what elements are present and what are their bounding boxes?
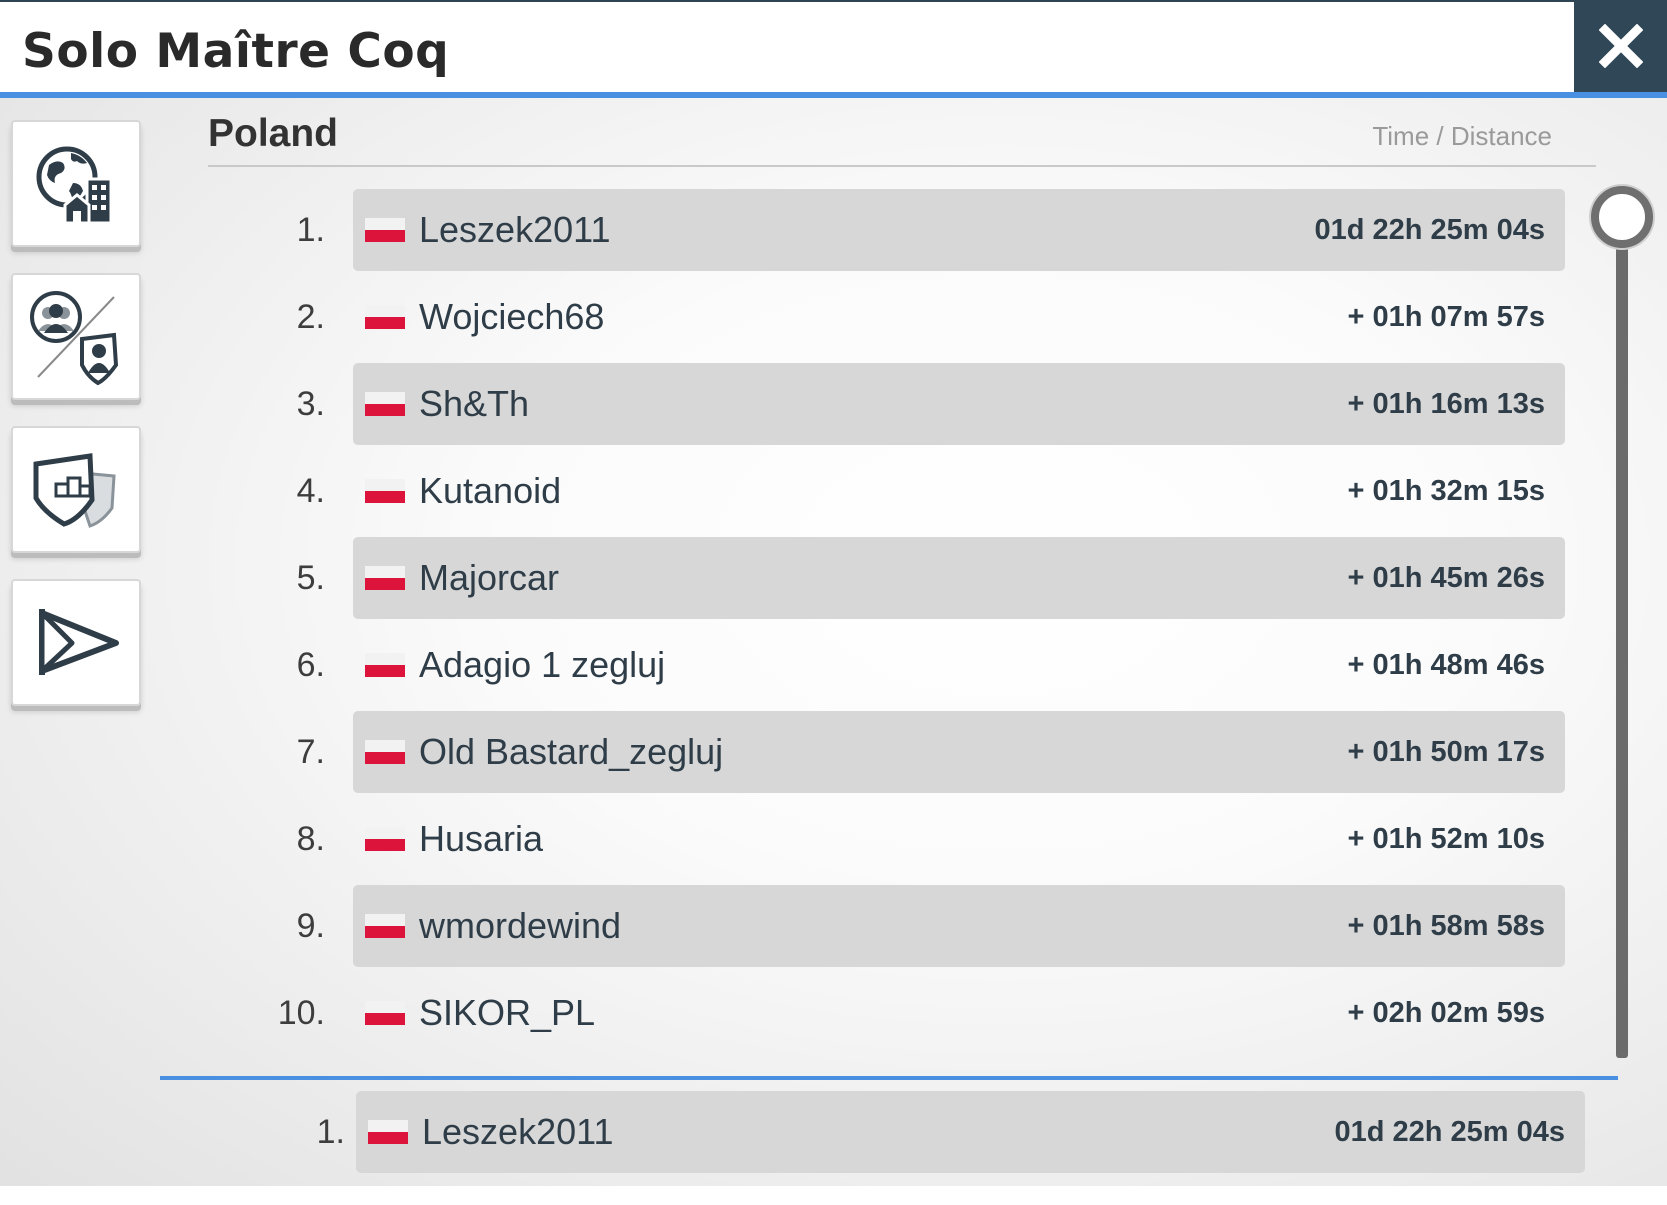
rank-number: 6. <box>296 646 325 684</box>
world-ranking-button[interactable] <box>11 120 141 247</box>
player-name: Sh&Th <box>419 383 530 424</box>
rank-number: 3. <box>296 385 325 423</box>
ranking-row[interactable]: 6. Adagio 1 zegluj + 01h 48m 46s <box>297 624 1565 706</box>
poland-flag-icon <box>365 479 405 503</box>
poland-flag-icon <box>365 1001 405 1025</box>
regatta-button[interactable] <box>11 579 141 706</box>
header-bar: Solo Maître Coq <box>0 0 1574 92</box>
player-name: Adagio 1 zegluj <box>419 644 666 685</box>
poland-flag-icon <box>365 914 405 938</box>
rank-number: 4. <box>296 472 325 510</box>
player-time: + 01h 58m 58s <box>1347 910 1545 942</box>
close-icon <box>1598 24 1643 68</box>
ranking-row[interactable]: 1. Leszek2011 01d 22h 25m 04s <box>297 189 1565 271</box>
team-podium-icon <box>33 452 116 528</box>
poland-flag-icon <box>365 392 405 416</box>
player-name: Leszek2011 <box>419 209 611 250</box>
ranking-row[interactable]: 3. Sh&Th + 01h 16m 13s <box>297 363 1565 445</box>
team-ranking-button[interactable] <box>11 426 141 553</box>
rank-number: 5. <box>296 559 325 597</box>
player-time: + 01h 48m 46s <box>1347 649 1545 681</box>
player-name: Kutanoid <box>419 470 562 511</box>
poland-flag-icon <box>365 740 405 764</box>
my-ranking-row[interactable]: 1. Leszek2011 01d 22h 25m 04s <box>317 1091 1585 1173</box>
ranking-row[interactable]: 5. Majorcar + 01h 45m 26s <box>297 537 1565 619</box>
poland-flag-icon <box>365 566 405 590</box>
player-time: 01d 22h 25m 04s <box>1314 214 1545 246</box>
player-name: wmordewind <box>419 905 622 946</box>
footer-divider <box>160 1076 1618 1080</box>
leaderboard-window: Solo Maître Coq Poland Time / Distance 1… <box>0 0 1667 1205</box>
bottom-edge <box>0 1186 1667 1205</box>
poland-flag-icon <box>365 653 405 677</box>
ranking-row[interactable]: 10. SIKOR_PL + 02h 02m 59s <box>278 972 1565 1054</box>
player-time: + 01h 45m 26s <box>1347 562 1545 594</box>
player-time: + 02h 02m 59s <box>1347 997 1545 1029</box>
regatta-flag-icon <box>39 608 119 675</box>
ranking-row[interactable]: 4. Kutanoid + 01h 32m 15s <box>297 450 1565 532</box>
player-time: + 01h 50m 17s <box>1347 736 1545 768</box>
ranking-row[interactable]: 7. Old Bastard_zegluj + 01h 50m 17s <box>297 711 1565 793</box>
poland-flag-icon <box>365 827 405 851</box>
rank-number: 1. <box>316 1113 345 1151</box>
poland-flag-icon <box>365 218 405 242</box>
player-name: Wojciech68 <box>419 296 605 337</box>
players-vs-teams-icon <box>30 290 119 385</box>
ranking-row[interactable]: 9. wmordewind + 01h 58m 58s <box>297 885 1565 967</box>
poland-flag-icon <box>368 1120 408 1144</box>
player-time: + 01h 52m 10s <box>1347 823 1545 855</box>
rank-number: 9. <box>296 907 325 945</box>
player-name: Old Bastard_zegluj <box>419 731 724 772</box>
player-name: Leszek2011 <box>422 1111 614 1152</box>
time-distance-toggle[interactable]: Time / Distance <box>1372 121 1552 152</box>
player-name: Majorcar <box>419 557 560 598</box>
scrollbar-track[interactable] <box>1616 210 1628 1058</box>
rank-number: 1. <box>296 211 325 249</box>
ranking-row[interactable]: 8. Husaria + 01h 52m 10s <box>297 798 1565 880</box>
rank-number: 10. <box>277 994 325 1032</box>
player-name: Husaria <box>419 818 544 859</box>
world-city-icon <box>36 146 113 224</box>
window-title: Solo Maître Coq <box>22 24 450 79</box>
rank-number: 8. <box>296 820 325 858</box>
player-name: SIKOR_PL <box>419 992 596 1033</box>
close-button[interactable] <box>1574 0 1667 92</box>
player-time: + 01h 16m 13s <box>1347 388 1545 420</box>
friends-teams-button[interactable] <box>11 273 141 400</box>
player-time: + 01h 07m 57s <box>1347 301 1545 333</box>
rank-number: 2. <box>296 298 325 336</box>
poland-flag-icon <box>365 305 405 329</box>
ranking-row[interactable]: 2. Wojciech68 + 01h 07m 57s <box>297 276 1565 358</box>
player-time: 01d 22h 25m 04s <box>1334 1116 1565 1148</box>
country-heading: Poland <box>208 112 339 155</box>
rank-number: 7. <box>296 733 325 771</box>
scrollbar-thumb[interactable] <box>1591 186 1653 248</box>
heading-divider <box>208 165 1596 167</box>
player-time: + 01h 32m 15s <box>1347 475 1545 507</box>
